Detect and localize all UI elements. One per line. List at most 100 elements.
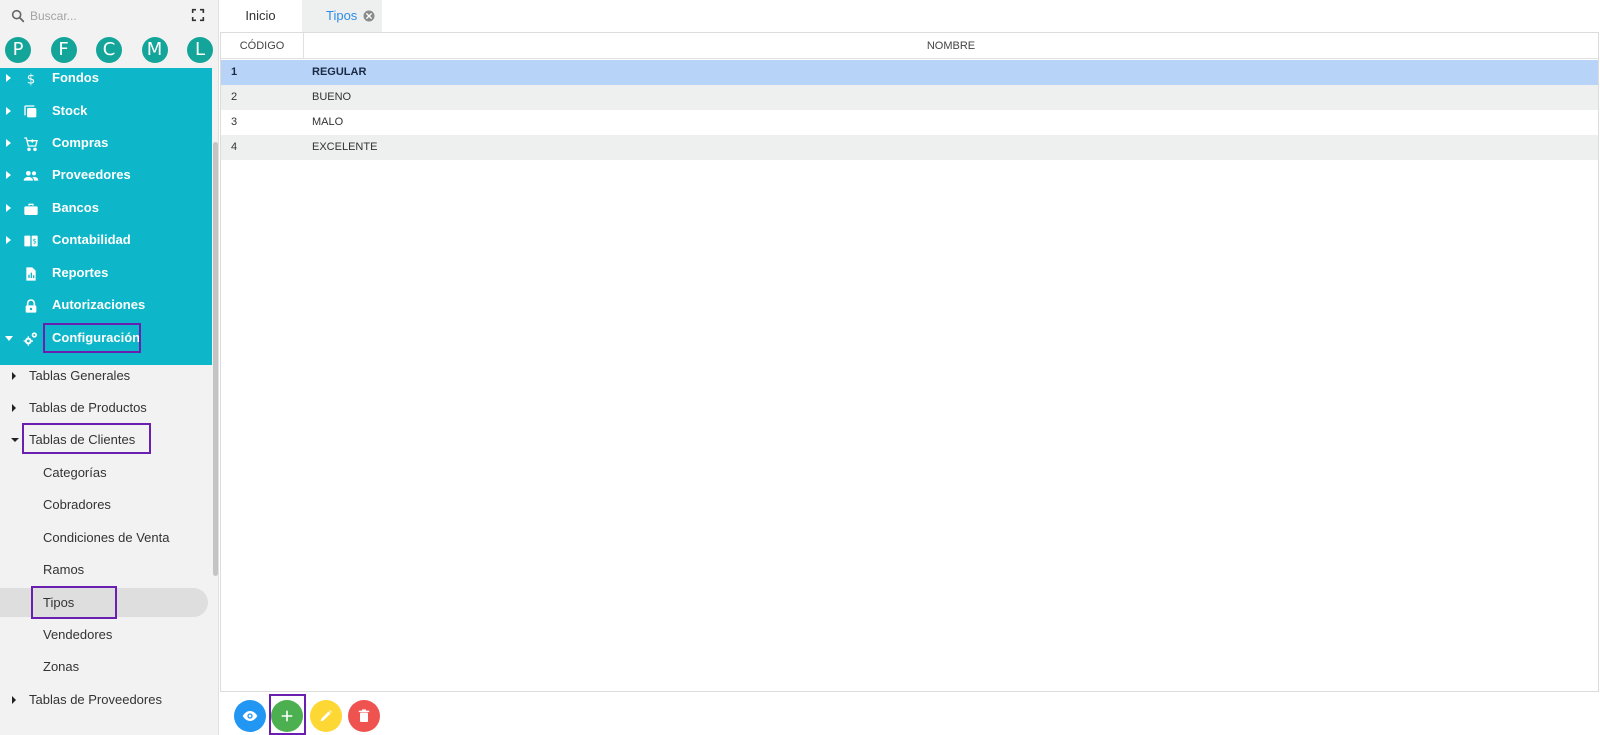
submenu-zonas[interactable]: Zonas: [0, 652, 212, 682]
submenu-label: Zonas: [43, 659, 80, 674]
caret-down-icon: [5, 336, 13, 341]
table-row[interactable]: 4 EXCELENTE: [221, 135, 1598, 160]
lock-icon: [25, 299, 37, 313]
submenu-tipos[interactable]: Tipos: [0, 588, 208, 617]
pencil-icon: [320, 710, 332, 722]
caret-right-icon: [6, 139, 11, 147]
tab-inicio[interactable]: Inicio: [219, 0, 302, 32]
sidebar: P F C M L $ Fondos Stock Compras Proveed…: [0, 0, 218, 735]
menu-item-label: Reportes: [52, 265, 109, 280]
menu-item-label: Autorizaciones: [52, 297, 146, 312]
menu-item-configuracion[interactable]: Configuración: [0, 322, 212, 355]
submenu-cobradores[interactable]: Cobradores: [0, 490, 212, 520]
view-button[interactable]: [234, 700, 266, 732]
main-panel: Inicio Tipos CÓDIGO NOMBRE 1 REGULAR 2 B…: [218, 0, 1600, 735]
caret-right-icon: [6, 107, 11, 115]
caret-right-icon: [6, 236, 11, 244]
menu-item-label: Proveedores: [52, 167, 131, 182]
quick-access-p-button[interactable]: P: [5, 37, 31, 63]
table-row[interactable]: 2 BUENO: [221, 85, 1598, 110]
menu-item-label: Configuración: [52, 330, 141, 345]
table-row[interactable]: 1 REGULAR: [221, 60, 1598, 85]
cell-nombre: MALO: [312, 116, 344, 128]
submenu-ramos[interactable]: Ramos: [0, 555, 212, 585]
submenu-label: Tipos: [43, 595, 75, 610]
caret-right-icon: [12, 404, 16, 412]
submenu-label: Ramos: [43, 562, 85, 577]
trash-icon: [358, 709, 370, 722]
column-header-nombre[interactable]: NOMBRE: [304, 33, 1598, 59]
menu-item-contabilidad[interactable]: $ Contabilidad: [0, 224, 212, 257]
caret-right-icon: [6, 204, 11, 212]
menu-item-label: Compras: [52, 135, 109, 150]
caret-right-icon: [6, 171, 11, 179]
search-icon: [11, 9, 25, 23]
edit-button[interactable]: [310, 700, 342, 732]
submenu-vendedores[interactable]: Vendedores: [0, 620, 212, 650]
menu-item-proveedores[interactable]: Proveedores: [0, 159, 212, 192]
menu-item-label: Fondos: [52, 70, 99, 85]
cell-codigo: 2: [231, 91, 238, 103]
report-icon: [26, 267, 36, 281]
submenu-label: Tablas de Clientes: [29, 432, 136, 447]
submenu-tablas-de-productos[interactable]: Tablas de Productos: [0, 393, 212, 423]
menu-item-stock[interactable]: Stock: [0, 95, 212, 128]
cell-codigo: 3: [231, 116, 238, 128]
stock-icon: [24, 105, 37, 118]
main-menu: $ Fondos Stock Compras Proveedores Banco…: [0, 68, 212, 365]
submenu-label: Cobradores: [43, 497, 111, 512]
action-bar: [219, 694, 1600, 735]
menu-item-reportes[interactable]: Reportes: [0, 257, 212, 290]
delete-button[interactable]: [348, 700, 380, 732]
close-tab-icon[interactable]: [363, 10, 375, 22]
menu-item-label: Bancos: [52, 200, 99, 215]
search-input[interactable]: [30, 6, 180, 26]
menu-item-autorizaciones[interactable]: Autorizaciones: [0, 289, 212, 322]
submenu-label: Tablas de Productos: [29, 400, 147, 415]
search-bar: [0, 0, 218, 32]
submenu-label: Categorías: [43, 465, 107, 480]
submenu-label: Condiciones de Venta: [43, 530, 170, 545]
submenu-label: Tablas de Proveedores: [29, 692, 162, 707]
submenu-tablas-de-clientes[interactable]: Tablas de Clientes: [0, 425, 212, 455]
dollar-icon: $: [27, 73, 35, 87]
submenu-label: Vendedores: [43, 627, 113, 642]
cell-nombre: BUENO: [312, 91, 352, 103]
briefcase-icon: [24, 203, 38, 215]
tab-tipos[interactable]: Tipos: [302, 0, 382, 32]
menu-item-label: Contabilidad: [52, 232, 131, 247]
people-icon: [23, 171, 39, 181]
eye-icon: [242, 711, 258, 721]
caret-right-icon: [6, 74, 11, 82]
quick-access-f-button[interactable]: F: [50, 37, 77, 63]
ledger-icon: $: [24, 235, 38, 247]
plus-icon: [281, 710, 293, 722]
tab-bar: Inicio Tipos: [219, 0, 1600, 32]
menu-item-compras[interactable]: Compras: [0, 127, 212, 160]
column-header-codigo[interactable]: CÓDIGO: [221, 33, 304, 59]
add-button[interactable]: [271, 700, 303, 732]
svg-text:$: $: [33, 238, 37, 246]
cart-icon: [24, 137, 38, 152]
quick-access-m-button[interactable]: M: [141, 37, 168, 63]
cell-nombre: REGULAR: [312, 66, 367, 78]
submenu-condiciones-de-venta[interactable]: Condiciones de Venta: [0, 523, 212, 553]
tab-label: Inicio: [245, 8, 276, 23]
quick-access-l-button[interactable]: L: [187, 37, 213, 63]
cell-codigo: 4: [231, 141, 238, 153]
submenu-categorias[interactable]: Categorías: [0, 458, 212, 488]
fullscreen-icon[interactable]: [190, 7, 206, 23]
menu-item-fondos[interactable]: $ Fondos: [0, 62, 212, 95]
caret-right-icon: [12, 696, 16, 704]
submenu-tablas-de-proveedores[interactable]: Tablas de Proveedores: [0, 685, 212, 715]
cell-codigo: 1: [231, 66, 238, 78]
table-row[interactable]: 3 MALO: [221, 110, 1598, 135]
data-grid: CÓDIGO NOMBRE 1 REGULAR 2 BUENO 3 MALO 4…: [220, 32, 1599, 692]
menu-item-label: Stock: [52, 103, 88, 118]
menu-item-bancos[interactable]: Bancos: [0, 192, 212, 225]
submenu-tablas-generales[interactable]: Tablas Generales: [0, 361, 212, 391]
submenu-label: Tablas Generales: [29, 368, 131, 383]
quick-access-c-button[interactable]: C: [96, 37, 122, 63]
svg-text:$: $: [27, 73, 35, 87]
tab-label: Tipos: [326, 8, 358, 23]
